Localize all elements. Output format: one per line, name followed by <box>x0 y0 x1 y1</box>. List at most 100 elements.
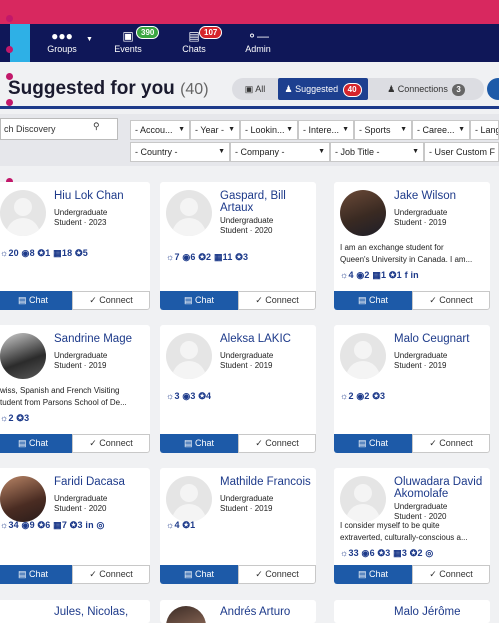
profile-card[interactable]: Malo Ceugnart Undergraduate Student · 20… <box>334 325 490 453</box>
action-button[interactable] <box>487 78 499 100</box>
nav-groups[interactable]: ●●● Groups <box>40 24 84 62</box>
view-toggle: ▣ All ♟ Suggested 40 ♟ Connections 3 <box>232 78 484 100</box>
chat-button[interactable]: ▤ Chat <box>160 434 238 453</box>
profile-role: Undergraduate <box>220 494 274 503</box>
connect-button[interactable]: ✓ Connect <box>72 434 150 453</box>
profile-name[interactable]: Oluwadara David Akomolafe <box>394 476 488 500</box>
groups-chevron-down-icon[interactable]: ▼ <box>86 36 93 43</box>
chat-button[interactable]: ▤ Chat <box>334 434 412 453</box>
filter-career[interactable]: - Caree... ▼ <box>412 120 470 140</box>
connect-button[interactable]: ✓ Connect <box>412 434 490 453</box>
profile-card[interactable]: Gaspard, Bill Artaux Undergraduate Stude… <box>160 182 316 310</box>
profile-card[interactable]: Mathilde Francois Undergraduate Student … <box>160 468 316 584</box>
profile-card[interactable]: Andrés Arturo <box>160 600 316 623</box>
chevron-down-icon: ▼ <box>412 148 419 155</box>
top-accent-bar <box>0 0 499 24</box>
profile-card[interactable]: Jules, Nicolas, <box>0 600 150 623</box>
chat-button[interactable]: ▤ Chat <box>0 291 72 310</box>
tab-all[interactable]: ▣ All <box>232 78 278 100</box>
chevron-down-icon: ▼ <box>400 126 407 133</box>
profile-year: Student · 2019 <box>394 218 447 227</box>
profile-bio: wiss, Spanish and French Visiting <box>0 386 120 395</box>
avatar <box>166 606 206 623</box>
rail-dot-2[interactable] <box>6 46 13 53</box>
profile-card[interactable]: Faridi Dacasa Undergraduate Student · 20… <box>0 468 150 584</box>
chat-button[interactable]: ▤ Chat <box>160 291 238 310</box>
profile-card[interactable]: Hiu Lok Chan Undergraduate Student · 202… <box>0 182 150 310</box>
profile-stats: ☼3 ◉3 ✪4 <box>166 391 212 401</box>
groups-icon: ●●● <box>51 29 73 43</box>
rail-dot-1[interactable] <box>6 15 13 22</box>
chat-icon: ▤ <box>183 569 193 579</box>
nav-admin[interactable]: ⚬— Admin <box>240 24 276 62</box>
filter-interests[interactable]: - Intere... ▼ <box>298 120 354 140</box>
events-badge: 390 <box>136 26 160 39</box>
filter-country[interactable]: - Country - ▼ <box>130 142 230 162</box>
avatar <box>340 333 386 379</box>
profile-bio: tudent from Parsons School of De... <box>0 398 127 407</box>
connect-button[interactable]: ✓ Connect <box>72 565 150 584</box>
tab-suggested[interactable]: ♟ Suggested 40 <box>278 78 368 100</box>
profile-role: Undergraduate <box>54 208 108 217</box>
avatar <box>0 333 46 379</box>
profile-card[interactable]: Aleksa LAKIC Undergraduate Student · 201… <box>160 325 316 453</box>
title-underline <box>0 106 499 109</box>
check-circle-icon: ✓ <box>255 295 263 305</box>
profile-year: Student · 2023 <box>54 218 107 227</box>
page-title: Suggested for you (40) <box>8 78 209 99</box>
profile-name[interactable]: Faridi Dacasa <box>54 476 148 488</box>
profile-stats: ☼7 ◉6 ✪2 ▦11 ✪3 <box>166 252 249 262</box>
profile-bio: extraverted, culturally-conscious a... <box>340 533 468 542</box>
check-circle-icon: ✓ <box>89 295 97 305</box>
filter-sports[interactable]: - Sports ▼ <box>354 120 412 140</box>
search-icon[interactable]: ⚲ <box>93 121 100 132</box>
chat-button[interactable]: ▤ Chat <box>0 565 72 584</box>
tab-connections[interactable]: ♟ Connections 3 <box>376 78 476 100</box>
suggested-badge: 40 <box>342 83 362 97</box>
connect-button[interactable]: ✓ Connect <box>72 291 150 310</box>
rail-dot-4[interactable] <box>6 99 13 106</box>
connect-button[interactable]: ✓ Connect <box>412 565 490 584</box>
filter-language[interactable]: - Lang <box>470 120 499 140</box>
profile-name[interactable]: Andrés Arturo <box>220 606 314 618</box>
filter-looking[interactable]: - Lookin... ▼ <box>240 120 298 140</box>
profile-role: Undergraduate <box>394 502 448 511</box>
profile-name[interactable]: Malo Jérôme <box>394 606 488 618</box>
chat-button[interactable]: ▤ Chat <box>334 565 412 584</box>
profile-name[interactable]: Jake Wilson <box>394 190 488 202</box>
key-icon: ⚬— <box>246 29 270 43</box>
profile-role: Undergraduate <box>220 351 274 360</box>
chevron-down-icon: ▼ <box>218 148 225 155</box>
profile-name[interactable]: Sandrine Mage <box>54 333 148 345</box>
profile-name[interactable]: Aleksa LAKIC <box>220 333 314 345</box>
connect-button[interactable]: ✓ Connect <box>412 291 490 310</box>
connect-button[interactable]: ✓ Connect <box>238 291 316 310</box>
connect-button[interactable]: ✓ Connect <box>238 565 316 584</box>
chat-button[interactable]: ▤ Chat <box>0 434 72 453</box>
profile-name[interactable]: Mathilde Francois <box>220 476 314 488</box>
profile-stats: ☼34 ◉9 ✪6 ▦7 ✪3 in ◎ <box>0 520 105 530</box>
profile-name[interactable]: Malo Ceugnart <box>394 333 488 345</box>
profile-name[interactable]: Hiu Lok Chan <box>54 190 148 202</box>
filter-job-title[interactable]: - Job Title - ▼ <box>330 142 424 162</box>
profile-stats: ☼2 ◉2 ✪3 <box>340 391 386 401</box>
chat-button[interactable]: ▤ Chat <box>334 291 412 310</box>
connect-button[interactable]: ✓ Connect <box>238 434 316 453</box>
filter-user-custom[interactable]: - User Custom F <box>424 142 499 162</box>
profile-card[interactable]: Sandrine Mage Undergraduate Student · 20… <box>0 325 150 453</box>
filter-company[interactable]: - Company - ▼ <box>230 142 330 162</box>
profile-name[interactable]: Jules, Nicolas, <box>54 606 148 618</box>
profile-card[interactable]: Jake Wilson Undergraduate Student · 2019… <box>334 182 490 310</box>
filter-account[interactable]: - Accou... ▼ <box>130 120 190 140</box>
profile-card[interactable]: Malo Jérôme <box>334 600 490 623</box>
check-circle-icon: ✓ <box>429 295 437 305</box>
check-circle-icon: ✓ <box>89 569 97 579</box>
profile-card[interactable]: Oluwadara David Akomolafe Undergraduate … <box>334 468 490 584</box>
filter-year[interactable]: - Year - ▼ <box>190 120 240 140</box>
suggest-icon: ♟ <box>284 84 293 94</box>
search-input[interactable]: ch Discovery <box>0 118 118 140</box>
profile-name[interactable]: Gaspard, Bill Artaux <box>220 190 314 214</box>
chevron-down-icon: ▼ <box>458 126 465 133</box>
chat-button[interactable]: ▤ Chat <box>160 565 238 584</box>
nav-brand-strip <box>10 24 30 62</box>
